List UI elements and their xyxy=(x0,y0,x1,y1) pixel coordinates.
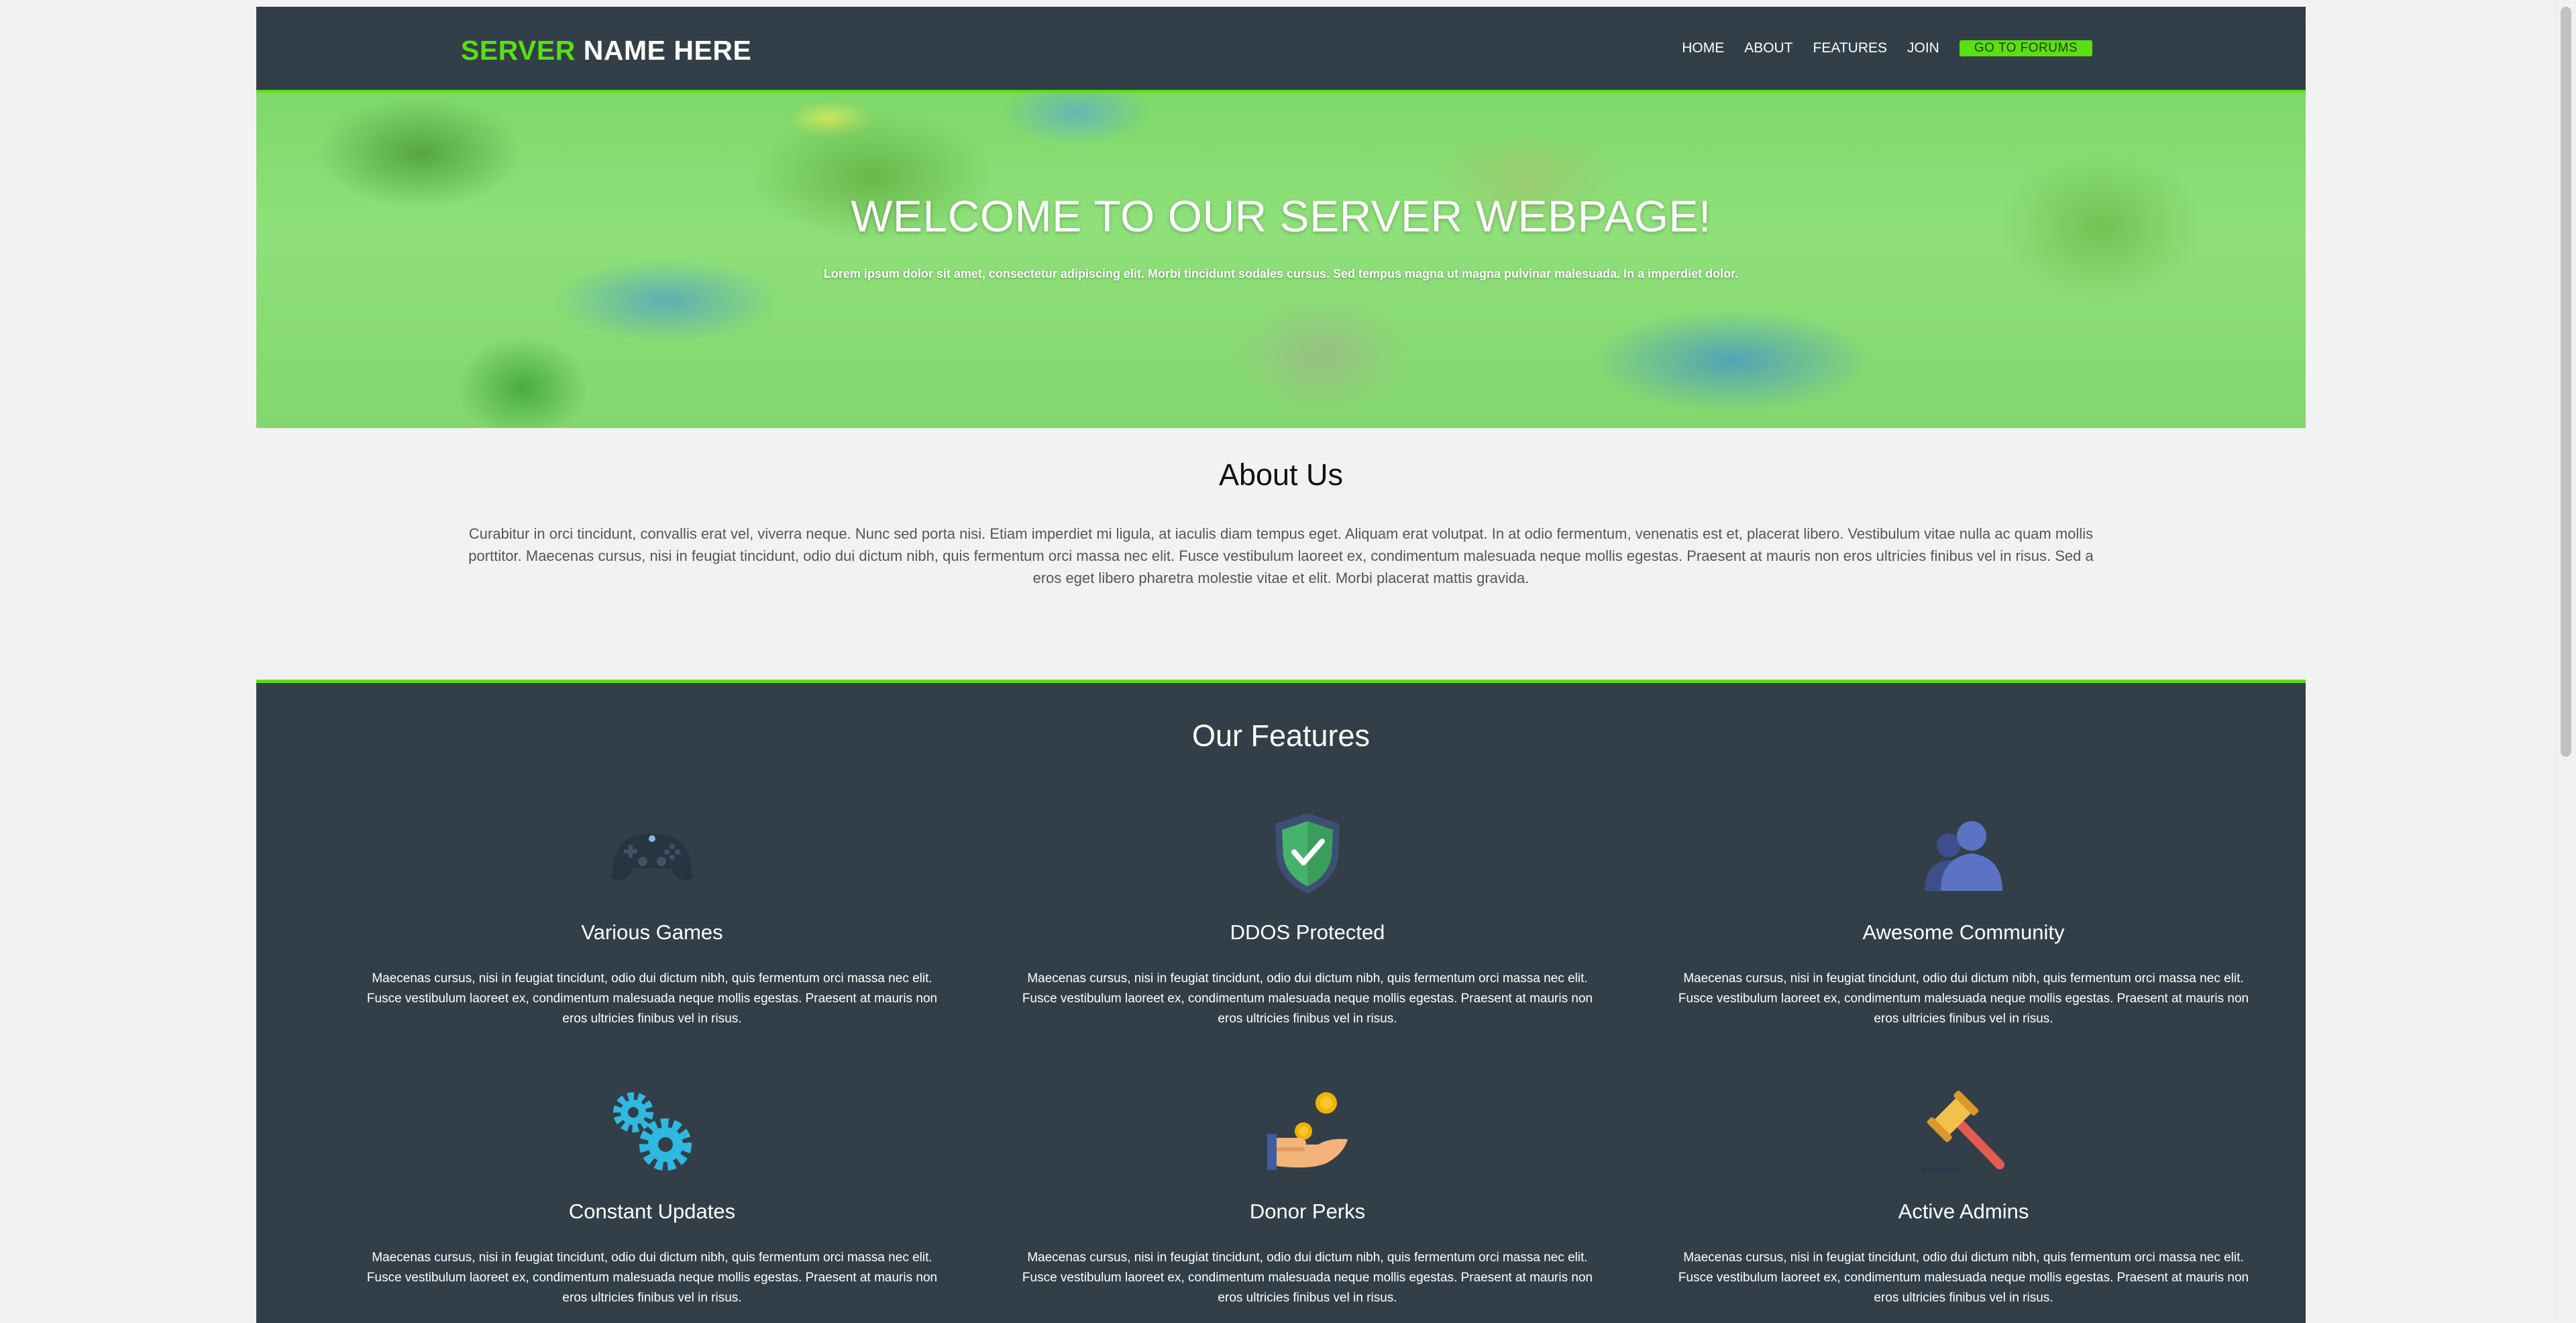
feature-title: Awesome Community xyxy=(1862,920,2065,944)
hand-coin-icon xyxy=(1265,1090,1350,1175)
hero-title: WELCOME TO OUR SERVER WEBPAGE! xyxy=(851,191,1711,241)
feature-title: Various Games xyxy=(581,920,723,944)
gears-icon xyxy=(609,1090,695,1175)
about-paragraph: Curabitur in orci tincidunt, convallis e… xyxy=(468,525,2094,586)
site-header: SERVER NAME HERE HOME ABOUT FEATURES JOI… xyxy=(256,7,2306,93)
feature-title: Constant Updates xyxy=(568,1200,736,1223)
nav-about-link[interactable]: ABOUT xyxy=(1744,40,1792,56)
feature-description: Maecenas cursus, nisi in feugiat tincidu… xyxy=(1022,971,1593,1026)
site-logo[interactable]: SERVER NAME HERE xyxy=(461,35,751,66)
about-heading: About Us xyxy=(1218,458,1344,492)
feature-title: DDOS Protected xyxy=(1230,920,1385,944)
hero-subtitle: Lorem ipsum dolor sit amet, consectetur … xyxy=(823,267,1739,280)
users-icon xyxy=(1921,810,2006,896)
page-scrollbar[interactable] xyxy=(2555,0,2576,1320)
feature-description: Maecenas cursus, nisi in feugiat tincidu… xyxy=(1678,971,2249,1026)
features-heading: Our Features xyxy=(1191,719,1371,753)
nav-join-link[interactable]: JOIN xyxy=(1907,40,1939,56)
shield-check-icon xyxy=(1265,810,1350,896)
feature-description: Maecenas cursus, nisi in feugiat tincidu… xyxy=(1022,1251,1593,1305)
gavel-icon xyxy=(1921,1090,2006,1175)
scrollbar-thumb[interactable] xyxy=(2561,7,2571,757)
hero-banner: WELCOME TO OUR SERVER WEBPAGE! Lorem ips… xyxy=(256,93,2306,428)
feature-description: Maecenas cursus, nisi in feugiat tincidu… xyxy=(366,1251,938,1305)
feature-title: Active Admins xyxy=(1898,1200,2029,1223)
main-nav: HOME ABOUT FEATURES JOIN GO TO FORUMS xyxy=(1662,40,2092,56)
features-section: Our Features Various Games Maecenas curs… xyxy=(256,680,2306,1323)
nav-home-link[interactable]: HOME xyxy=(1682,40,1724,56)
go-to-forums-button[interactable]: GO TO FORUMS xyxy=(1959,40,2092,56)
logo-text: NAME HERE xyxy=(583,35,752,66)
feature-description: Maecenas cursus, nisi in feugiat tincidu… xyxy=(366,971,938,1026)
logo-accent-text: SERVER xyxy=(461,35,576,66)
feature-title: Donor Perks xyxy=(1249,1200,1366,1223)
gamepad-icon xyxy=(609,810,695,896)
nav-features-link[interactable]: FEATURES xyxy=(1813,40,1887,56)
feature-description: Maecenas cursus, nisi in feugiat tincidu… xyxy=(1678,1251,2249,1305)
site-container: SERVER NAME HERE HOME ABOUT FEATURES JOI… xyxy=(256,7,2306,1323)
